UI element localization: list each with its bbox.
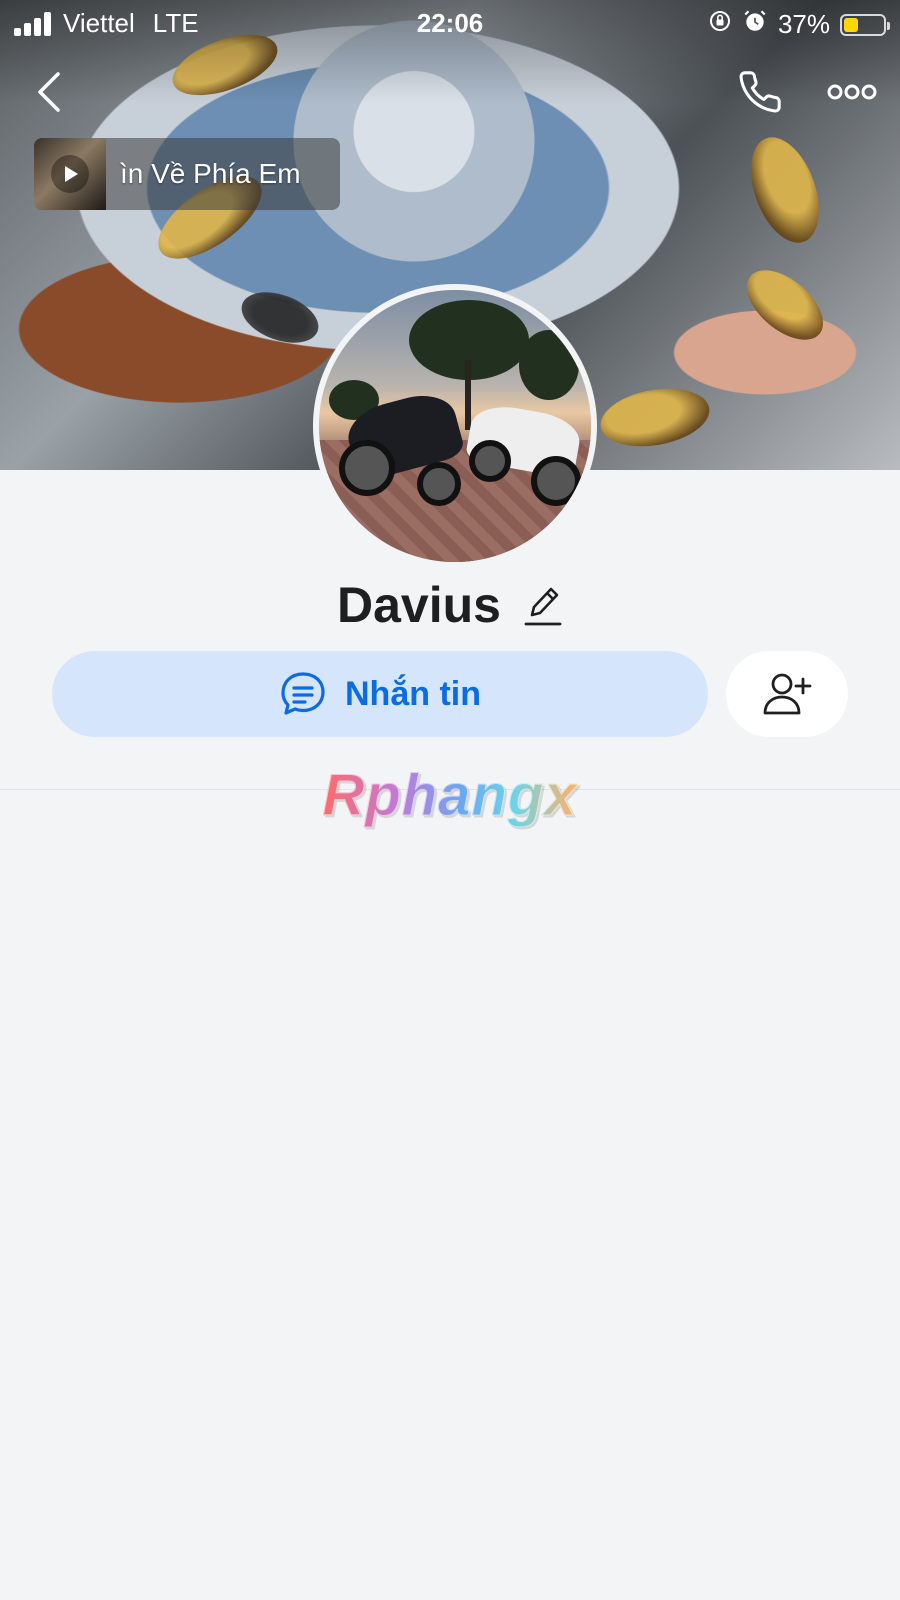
avatar-wheel — [417, 462, 461, 506]
battery-percent: 37% — [777, 9, 830, 39]
status-bar: Viettel LTE 22:06 37% — [0, 0, 900, 46]
rotation-lock-icon — [708, 9, 732, 40]
battery-icon — [840, 13, 890, 36]
watermark-text: Rphangx — [322, 763, 578, 829]
music-title: ìn Về Phía Em — [120, 158, 301, 189]
avatar[interactable] — [313, 284, 597, 568]
call-button[interactable] — [730, 64, 790, 120]
add-user-icon — [763, 673, 812, 715]
message-button[interactable]: Nhắn tin — [52, 651, 708, 737]
play-icon[interactable] — [51, 155, 89, 193]
avatar-wheel — [339, 440, 395, 496]
avatar-wheel — [531, 456, 581, 506]
chevron-left-icon — [38, 72, 60, 112]
profile-name: Davius — [337, 577, 501, 633]
status-right: 37% — [708, 8, 890, 41]
watermark-logo: Rphangx — [0, 762, 900, 829]
phone-icon — [739, 71, 781, 113]
pencil-icon[interactable] — [523, 581, 563, 629]
more-dots-icon — [827, 84, 877, 100]
message-button-label: Nhắn tin — [345, 674, 481, 713]
chat-bubble-icon — [281, 672, 325, 715]
profile-music[interactable]: ìn Về Phía Em — [34, 138, 340, 210]
battery-level — [844, 17, 859, 32]
avatar-trunk — [465, 360, 471, 430]
add-friend-button[interactable] — [726, 651, 848, 737]
back-button[interactable] — [26, 64, 72, 120]
avatar-tree — [519, 330, 579, 400]
avatar-wheel — [469, 440, 511, 482]
more-options-button[interactable] — [822, 72, 882, 112]
alarm-icon — [742, 8, 768, 41]
profile-name-row: Davius — [0, 576, 900, 634]
music-thumbnail — [34, 138, 106, 210]
